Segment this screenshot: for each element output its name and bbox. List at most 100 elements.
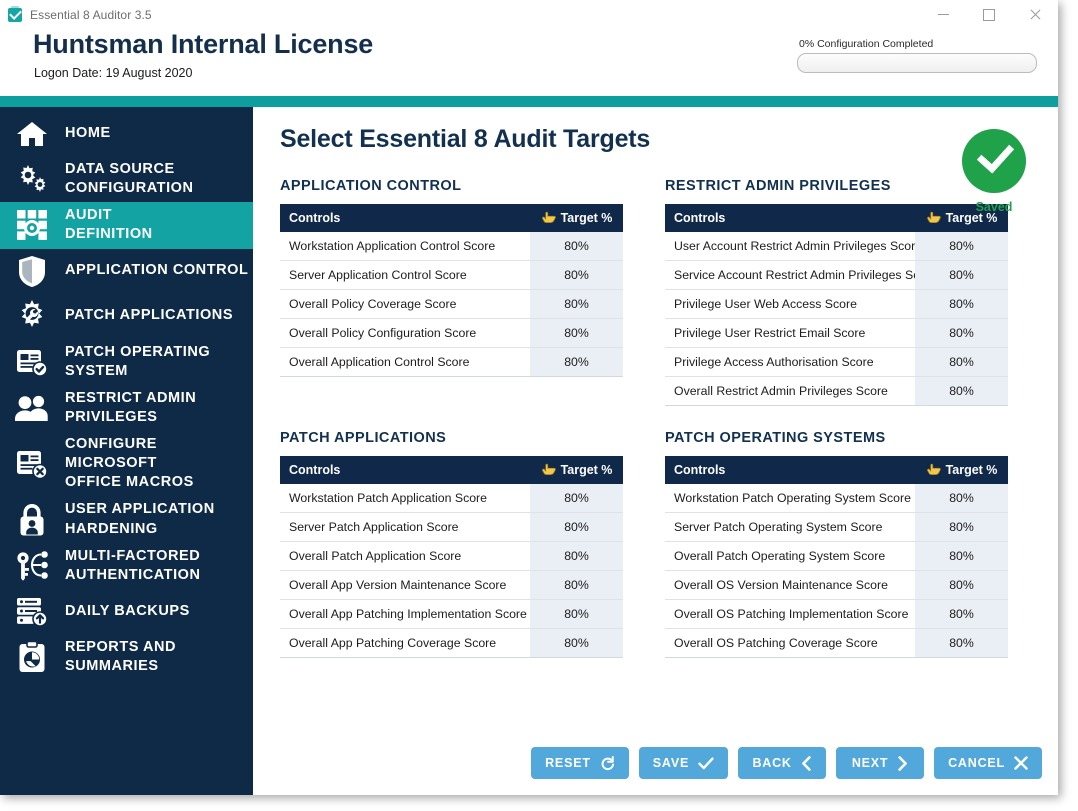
next-button[interactable]: NEXT xyxy=(836,747,924,779)
column-header-controls: Controls xyxy=(280,204,530,232)
grid-target-icon xyxy=(11,208,53,242)
back-button[interactable]: BACK xyxy=(738,747,826,779)
table-row: Overall Patch Application Score80% xyxy=(280,542,623,571)
table-row: Privilege User Web Access Score80% xyxy=(665,290,1008,319)
pointing-hand-icon xyxy=(926,211,941,224)
target-percent-cell[interactable]: 80% xyxy=(530,629,623,658)
target-percent-cell[interactable]: 80% xyxy=(915,513,1008,542)
check-icon xyxy=(698,757,714,770)
target-percent-cell[interactable]: 80% xyxy=(915,571,1008,600)
sidebar-item-multi-factored-authentication[interactable]: Multi-Factored Authentication xyxy=(0,543,253,589)
target-percent-cell[interactable]: 80% xyxy=(530,348,623,377)
target-percent-cell[interactable]: 80% xyxy=(915,290,1008,319)
sidebar-item-daily-backups[interactable]: Daily Backups xyxy=(0,589,253,634)
target-percent-cell[interactable]: 80% xyxy=(915,377,1008,406)
control-name-cell: Workstation Application Control Score xyxy=(280,232,530,261)
control-name-cell: Privilege User Restrict Email Score xyxy=(665,319,915,348)
sidebar-item-patch-operating-system[interactable]: Patch Operating System xyxy=(0,339,253,385)
users-icon xyxy=(11,391,53,425)
maximize-button[interactable] xyxy=(966,0,1012,29)
table-row: Server Patch Application Score80% xyxy=(280,513,623,542)
pointing-hand-icon xyxy=(541,463,556,476)
target-percent-cell[interactable]: 80% xyxy=(530,513,623,542)
license-title: Huntsman Internal License xyxy=(33,29,373,60)
application-window: Essential 8 Auditor 3.5 Huntsman Interna… xyxy=(0,0,1058,795)
back-button-label: BACK xyxy=(752,756,791,770)
target-percent-cell[interactable]: 80% xyxy=(530,571,623,600)
minimize-icon xyxy=(938,14,949,15)
sidebar-item-user-application-hardening[interactable]: User Application Hardening xyxy=(0,496,253,542)
lock-user-icon xyxy=(11,503,53,537)
close-button[interactable] xyxy=(1012,0,1058,29)
cancel-button[interactable]: CANCEL xyxy=(934,747,1042,779)
table-row: Overall Policy Coverage Score80% xyxy=(280,290,623,319)
gear-wrench-icon xyxy=(11,299,53,333)
reset-button[interactable]: RESET xyxy=(531,747,629,779)
sidebar-item-data-source-configuration[interactable]: Data Source Configuration xyxy=(0,156,253,202)
sidebar-item-application-control[interactable]: Application Control xyxy=(0,249,253,294)
table-row: Overall App Patching Implementation Scor… xyxy=(280,600,623,629)
sidebar-item-audit-definition[interactable]: Audit Definition xyxy=(0,202,253,248)
column-header-target: Target % xyxy=(915,456,1008,484)
table-header-row: ControlsTarget % xyxy=(280,204,623,232)
target-percent-cell[interactable]: 80% xyxy=(530,484,623,513)
maximize-icon xyxy=(983,9,995,21)
target-percent-cell[interactable]: 80% xyxy=(915,319,1008,348)
sidebar-item-patch-applications[interactable]: Patch Applications xyxy=(0,294,253,339)
control-name-cell: Overall App Patching Coverage Score xyxy=(280,629,530,658)
table-row: Server Application Control Score80% xyxy=(280,261,623,290)
controls-table: ControlsTarget %Workstation Application … xyxy=(280,204,623,377)
server-upload-icon xyxy=(11,594,53,628)
target-percent-cell[interactable]: 80% xyxy=(530,319,623,348)
shield-icon xyxy=(11,254,53,288)
target-percent-cell[interactable]: 80% xyxy=(915,484,1008,513)
document-x-icon xyxy=(11,447,53,481)
next-button-label: NEXT xyxy=(852,756,889,770)
column-header-controls: Controls xyxy=(665,456,915,484)
target-percent-cell[interactable]: 80% xyxy=(530,600,623,629)
target-percent-cell[interactable]: 80% xyxy=(915,232,1008,261)
target-percent-cell[interactable]: 80% xyxy=(530,290,623,319)
progress-label: 0% Configuration Completed xyxy=(799,38,1037,50)
target-percent-cell[interactable]: 80% xyxy=(530,232,623,261)
document-check-icon xyxy=(11,345,53,379)
table-row: Service Account Restrict Admin Privilege… xyxy=(665,261,1008,290)
target-percent-cell[interactable]: 80% xyxy=(915,348,1008,377)
target-percent-cell[interactable]: 80% xyxy=(915,542,1008,571)
sidebar-navigation: Home Data Source ConfigurationAudit Defin… xyxy=(0,107,253,795)
home-icon xyxy=(11,117,53,151)
saved-status: Saved xyxy=(954,129,1034,214)
sidebar-item-label: Application Control xyxy=(65,261,248,280)
column-header-target-label: Target % xyxy=(561,463,613,477)
sidebar-item-label: Daily Backups xyxy=(65,602,190,621)
save-button[interactable]: SAVE xyxy=(639,747,728,779)
sidebar-item-reports-and-summaries[interactable]: Reports and Summaries xyxy=(0,634,253,680)
minimize-button[interactable] xyxy=(920,0,966,29)
sidebar-item-restrict-admin-privileges[interactable]: Restrict Admin Privileges xyxy=(0,385,253,431)
chevron-left-icon xyxy=(801,756,812,771)
clipboard-chart-icon xyxy=(11,640,53,674)
target-percent-cell[interactable]: 80% xyxy=(915,261,1008,290)
sidebar-item-home[interactable]: Home xyxy=(0,111,253,156)
window-controls xyxy=(920,0,1058,29)
control-name-cell: Server Patch Application Score xyxy=(280,513,530,542)
sidebar-item-configure-microsoft-office-macros[interactable]: Configure Microsoft Office Macros xyxy=(0,431,253,496)
column-header-controls: Controls xyxy=(665,204,915,232)
footer-button-bar: RESET SAVE BACK NEXT CANCEL xyxy=(531,747,1042,779)
sidebar-item-label: Home xyxy=(65,124,111,143)
sidebar-item-label: User Application Hardening xyxy=(65,500,215,538)
target-percent-cell[interactable]: 80% xyxy=(530,542,623,571)
sidebar-item-label: Configure Microsoft Office Macros xyxy=(65,435,253,492)
column-header-target: Target % xyxy=(530,456,623,484)
table-header-row: ControlsTarget % xyxy=(665,456,1008,484)
target-percent-cell[interactable]: 80% xyxy=(915,629,1008,658)
sidebar-item-label: Multi-Factored Authentication xyxy=(65,547,201,585)
table-row: Overall App Patching Coverage Score80% xyxy=(280,629,623,658)
target-percent-cell[interactable]: 80% xyxy=(530,261,623,290)
table-row: Overall Restrict Admin Privileges Score8… xyxy=(665,377,1008,406)
close-icon xyxy=(1029,9,1041,21)
target-percent-cell[interactable]: 80% xyxy=(915,600,1008,629)
gears-icon xyxy=(11,162,53,196)
page-header: Huntsman Internal License Logon Date: 19… xyxy=(0,29,1058,96)
table-row: Privilege User Restrict Email Score80% xyxy=(665,319,1008,348)
